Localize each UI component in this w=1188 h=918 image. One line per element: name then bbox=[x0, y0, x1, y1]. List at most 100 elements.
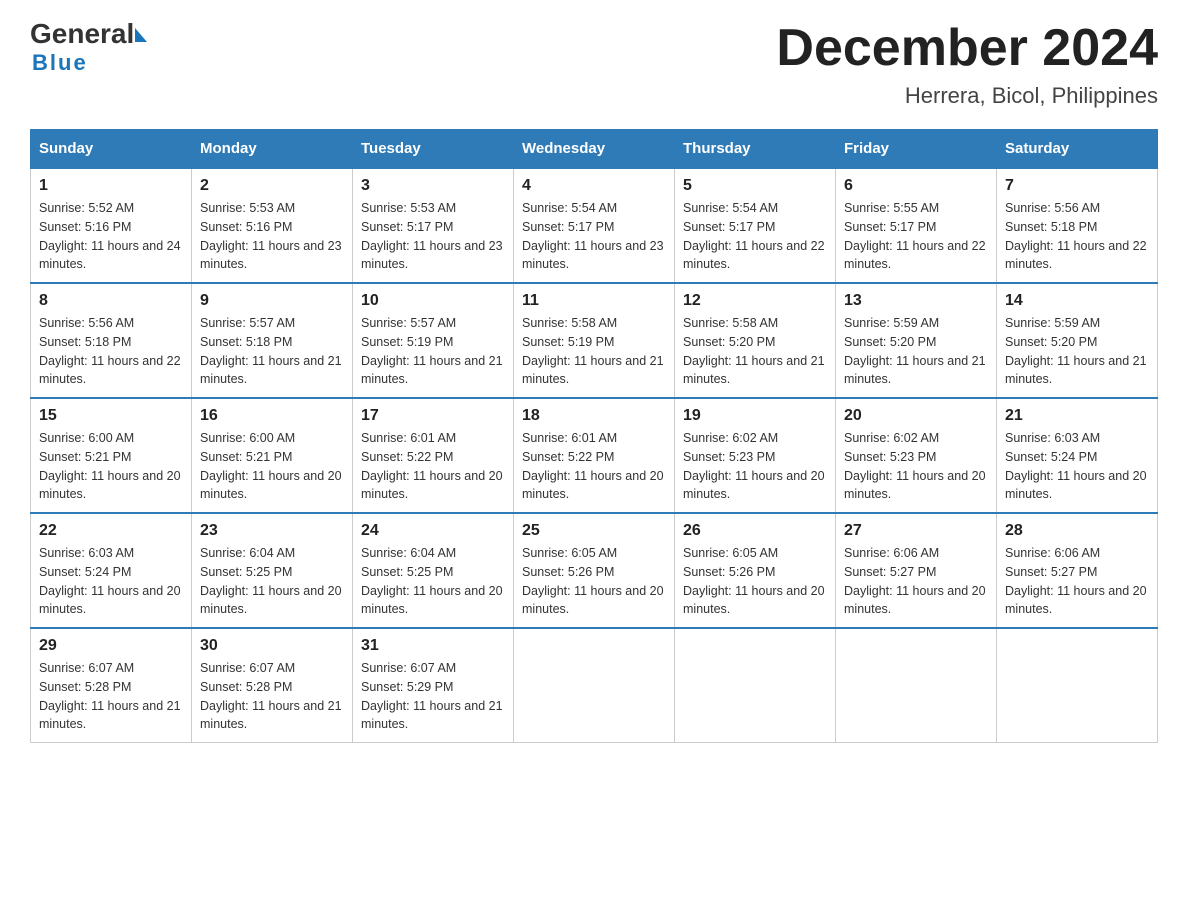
day-info: Sunrise: 6:00 AM Sunset: 5:21 PM Dayligh… bbox=[200, 429, 344, 504]
day-info: Sunrise: 5:59 AM Sunset: 5:20 PM Dayligh… bbox=[844, 314, 988, 389]
table-row: 29 Sunrise: 6:07 AM Sunset: 5:28 PM Dayl… bbox=[31, 628, 192, 743]
calendar-subtitle: Herrera, Bicol, Philippines bbox=[776, 83, 1158, 109]
day-number: 29 bbox=[39, 637, 183, 655]
table-row: 16 Sunrise: 6:00 AM Sunset: 5:21 PM Dayl… bbox=[192, 398, 353, 513]
day-info: Sunrise: 5:58 AM Sunset: 5:19 PM Dayligh… bbox=[522, 314, 666, 389]
day-info: Sunrise: 6:01 AM Sunset: 5:22 PM Dayligh… bbox=[361, 429, 505, 504]
day-info: Sunrise: 6:03 AM Sunset: 5:24 PM Dayligh… bbox=[39, 544, 183, 619]
day-info: Sunrise: 6:05 AM Sunset: 5:26 PM Dayligh… bbox=[522, 544, 666, 619]
table-row: 13 Sunrise: 5:59 AM Sunset: 5:20 PM Dayl… bbox=[836, 283, 997, 398]
table-row: 30 Sunrise: 6:07 AM Sunset: 5:28 PM Dayl… bbox=[192, 628, 353, 743]
table-row: 9 Sunrise: 5:57 AM Sunset: 5:18 PM Dayli… bbox=[192, 283, 353, 398]
day-number: 3 bbox=[361, 177, 505, 195]
day-number: 19 bbox=[683, 407, 827, 425]
day-number: 5 bbox=[683, 177, 827, 195]
header-saturday: Saturday bbox=[997, 130, 1158, 169]
day-number: 24 bbox=[361, 522, 505, 540]
day-info: Sunrise: 6:07 AM Sunset: 5:28 PM Dayligh… bbox=[39, 659, 183, 734]
day-number: 12 bbox=[683, 292, 827, 310]
table-row: 18 Sunrise: 6:01 AM Sunset: 5:22 PM Dayl… bbox=[514, 398, 675, 513]
table-row: 21 Sunrise: 6:03 AM Sunset: 5:24 PM Dayl… bbox=[997, 398, 1158, 513]
calendar-week-row: 29 Sunrise: 6:07 AM Sunset: 5:28 PM Dayl… bbox=[31, 628, 1158, 743]
calendar-week-row: 22 Sunrise: 6:03 AM Sunset: 5:24 PM Dayl… bbox=[31, 513, 1158, 628]
day-info: Sunrise: 6:07 AM Sunset: 5:28 PM Dayligh… bbox=[200, 659, 344, 734]
logo: General Blue bbox=[30, 20, 147, 76]
day-info: Sunrise: 6:06 AM Sunset: 5:27 PM Dayligh… bbox=[844, 544, 988, 619]
logo-arrow-icon bbox=[135, 28, 147, 42]
table-row: 17 Sunrise: 6:01 AM Sunset: 5:22 PM Dayl… bbox=[353, 398, 514, 513]
day-info: Sunrise: 6:00 AM Sunset: 5:21 PM Dayligh… bbox=[39, 429, 183, 504]
day-info: Sunrise: 5:55 AM Sunset: 5:17 PM Dayligh… bbox=[844, 199, 988, 274]
table-row: 5 Sunrise: 5:54 AM Sunset: 5:17 PM Dayli… bbox=[675, 168, 836, 283]
day-number: 23 bbox=[200, 522, 344, 540]
day-number: 31 bbox=[361, 637, 505, 655]
day-number: 1 bbox=[39, 177, 183, 195]
day-info: Sunrise: 5:54 AM Sunset: 5:17 PM Dayligh… bbox=[683, 199, 827, 274]
day-info: Sunrise: 5:57 AM Sunset: 5:18 PM Dayligh… bbox=[200, 314, 344, 389]
table-row: 7 Sunrise: 5:56 AM Sunset: 5:18 PM Dayli… bbox=[997, 168, 1158, 283]
header-thursday: Thursday bbox=[675, 130, 836, 169]
table-row: 2 Sunrise: 5:53 AM Sunset: 5:16 PM Dayli… bbox=[192, 168, 353, 283]
day-number: 20 bbox=[844, 407, 988, 425]
day-info: Sunrise: 6:07 AM Sunset: 5:29 PM Dayligh… bbox=[361, 659, 505, 734]
day-number: 11 bbox=[522, 292, 666, 310]
day-info: Sunrise: 5:54 AM Sunset: 5:17 PM Dayligh… bbox=[522, 199, 666, 274]
day-number: 9 bbox=[200, 292, 344, 310]
day-number: 15 bbox=[39, 407, 183, 425]
day-info: Sunrise: 6:06 AM Sunset: 5:27 PM Dayligh… bbox=[1005, 544, 1149, 619]
table-row: 28 Sunrise: 6:06 AM Sunset: 5:27 PM Dayl… bbox=[997, 513, 1158, 628]
day-number: 21 bbox=[1005, 407, 1149, 425]
day-number: 27 bbox=[844, 522, 988, 540]
table-row: 20 Sunrise: 6:02 AM Sunset: 5:23 PM Dayl… bbox=[836, 398, 997, 513]
table-row bbox=[514, 628, 675, 743]
day-number: 17 bbox=[361, 407, 505, 425]
table-row: 25 Sunrise: 6:05 AM Sunset: 5:26 PM Dayl… bbox=[514, 513, 675, 628]
day-info: Sunrise: 5:53 AM Sunset: 5:17 PM Dayligh… bbox=[361, 199, 505, 274]
calendar-week-row: 1 Sunrise: 5:52 AM Sunset: 5:16 PM Dayli… bbox=[31, 168, 1158, 283]
calendar-header-row: Sunday Monday Tuesday Wednesday Thursday… bbox=[31, 130, 1158, 169]
day-info: Sunrise: 6:03 AM Sunset: 5:24 PM Dayligh… bbox=[1005, 429, 1149, 504]
header-monday: Monday bbox=[192, 130, 353, 169]
day-number: 6 bbox=[844, 177, 988, 195]
day-number: 2 bbox=[200, 177, 344, 195]
calendar-table: Sunday Monday Tuesday Wednesday Thursday… bbox=[30, 129, 1158, 743]
table-row: 4 Sunrise: 5:54 AM Sunset: 5:17 PM Dayli… bbox=[514, 168, 675, 283]
table-row: 1 Sunrise: 5:52 AM Sunset: 5:16 PM Dayli… bbox=[31, 168, 192, 283]
table-row: 27 Sunrise: 6:06 AM Sunset: 5:27 PM Dayl… bbox=[836, 513, 997, 628]
day-number: 14 bbox=[1005, 292, 1149, 310]
header-tuesday: Tuesday bbox=[353, 130, 514, 169]
table-row: 15 Sunrise: 6:00 AM Sunset: 5:21 PM Dayl… bbox=[31, 398, 192, 513]
table-row: 22 Sunrise: 6:03 AM Sunset: 5:24 PM Dayl… bbox=[31, 513, 192, 628]
day-number: 28 bbox=[1005, 522, 1149, 540]
table-row: 31 Sunrise: 6:07 AM Sunset: 5:29 PM Dayl… bbox=[353, 628, 514, 743]
day-number: 26 bbox=[683, 522, 827, 540]
table-row: 23 Sunrise: 6:04 AM Sunset: 5:25 PM Dayl… bbox=[192, 513, 353, 628]
table-row bbox=[675, 628, 836, 743]
day-info: Sunrise: 6:02 AM Sunset: 5:23 PM Dayligh… bbox=[683, 429, 827, 504]
table-row: 10 Sunrise: 5:57 AM Sunset: 5:19 PM Dayl… bbox=[353, 283, 514, 398]
day-info: Sunrise: 5:56 AM Sunset: 5:18 PM Dayligh… bbox=[1005, 199, 1149, 274]
table-row bbox=[997, 628, 1158, 743]
table-row: 6 Sunrise: 5:55 AM Sunset: 5:17 PM Dayli… bbox=[836, 168, 997, 283]
calendar-week-row: 8 Sunrise: 5:56 AM Sunset: 5:18 PM Dayli… bbox=[31, 283, 1158, 398]
day-number: 10 bbox=[361, 292, 505, 310]
day-info: Sunrise: 6:04 AM Sunset: 5:25 PM Dayligh… bbox=[361, 544, 505, 619]
page-header: General Blue December 2024 Herrera, Bico… bbox=[30, 20, 1158, 109]
day-number: 8 bbox=[39, 292, 183, 310]
day-info: Sunrise: 5:56 AM Sunset: 5:18 PM Dayligh… bbox=[39, 314, 183, 389]
day-number: 25 bbox=[522, 522, 666, 540]
day-info: Sunrise: 6:04 AM Sunset: 5:25 PM Dayligh… bbox=[200, 544, 344, 619]
day-info: Sunrise: 5:59 AM Sunset: 5:20 PM Dayligh… bbox=[1005, 314, 1149, 389]
day-number: 7 bbox=[1005, 177, 1149, 195]
day-number: 16 bbox=[200, 407, 344, 425]
table-row: 26 Sunrise: 6:05 AM Sunset: 5:26 PM Dayl… bbox=[675, 513, 836, 628]
day-info: Sunrise: 6:01 AM Sunset: 5:22 PM Dayligh… bbox=[522, 429, 666, 504]
day-number: 4 bbox=[522, 177, 666, 195]
table-row: 11 Sunrise: 5:58 AM Sunset: 5:19 PM Dayl… bbox=[514, 283, 675, 398]
day-info: Sunrise: 6:02 AM Sunset: 5:23 PM Dayligh… bbox=[844, 429, 988, 504]
table-row: 12 Sunrise: 5:58 AM Sunset: 5:20 PM Dayl… bbox=[675, 283, 836, 398]
table-row: 14 Sunrise: 5:59 AM Sunset: 5:20 PM Dayl… bbox=[997, 283, 1158, 398]
calendar-title: December 2024 bbox=[776, 20, 1158, 77]
day-number: 22 bbox=[39, 522, 183, 540]
day-info: Sunrise: 5:57 AM Sunset: 5:19 PM Dayligh… bbox=[361, 314, 505, 389]
